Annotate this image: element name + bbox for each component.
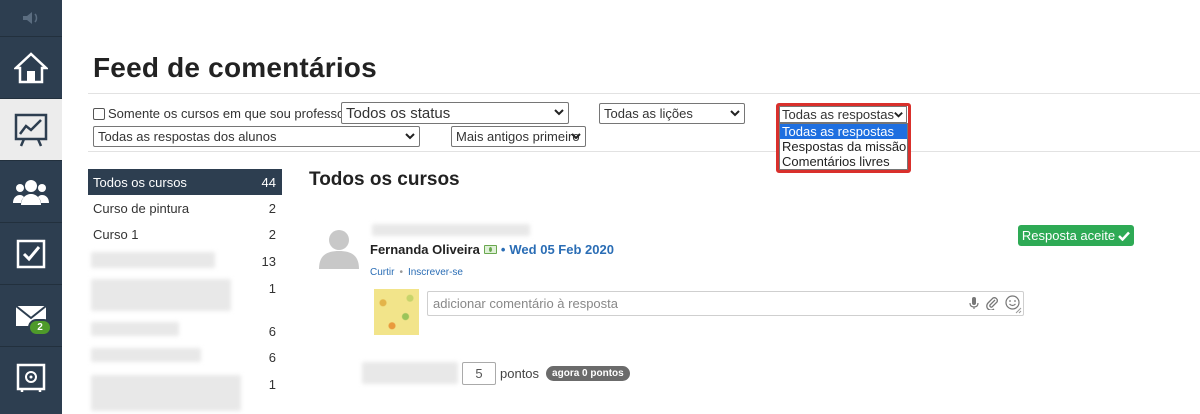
comment-placeholder: adicionar comentário à resposta — [433, 296, 618, 311]
course-count: 1 — [268, 376, 276, 392]
chevron-down-icon — [894, 112, 903, 118]
course-count: 13 — [261, 253, 276, 269]
responses-select-value: Todas as respostas — [782, 107, 895, 122]
only-my-courses-checkbox[interactable]: Somente os cursos em que sou professor — [93, 106, 349, 121]
course-count: 2 — [268, 226, 276, 242]
points-control: 5 pontos agora 0 pontos — [462, 362, 630, 385]
course-count: 44 — [261, 174, 276, 190]
post-header: Fernanda Oliveira • Wed 05 Feb 2020 — [370, 242, 614, 257]
user-thumbnail — [374, 289, 419, 335]
course-count: 1 — [268, 280, 276, 296]
points-input[interactable]: 5 — [462, 362, 496, 385]
responses-option[interactable]: Respostas da missão — [780, 139, 907, 154]
chevron-down-icon — [571, 133, 581, 140]
feed-chart-icon[interactable] — [0, 98, 62, 160]
student-responses-select[interactable]: Todas as respostas dos alunos — [93, 126, 420, 147]
course-name: Curso 1 — [93, 226, 139, 242]
divider — [88, 93, 1200, 94]
post-date[interactable]: Wed 05 Feb 2020 — [509, 242, 614, 257]
student-responses-select-value: Todas as respostas dos alunos — [98, 129, 277, 144]
mail-count-badge: 2 — [28, 319, 52, 336]
microphone-icon[interactable] — [969, 296, 979, 310]
blurred-course-name — [91, 348, 201, 362]
paperclip-icon[interactable] — [985, 296, 999, 310]
divider — [88, 151, 1200, 152]
actions-separator: • — [399, 267, 403, 278]
accepted-answer-badge[interactable]: Resposta aceite — [1018, 225, 1134, 246]
resize-handle-icon[interactable] — [1015, 307, 1022, 314]
course-item[interactable]: 1 — [88, 371, 282, 411]
lessons-select-value: Todas as lições — [604, 106, 693, 121]
comment-input[interactable]: adicionar comentário à resposta — [427, 291, 1024, 316]
course-name: Curso de pintura — [93, 200, 190, 216]
course-item[interactable]: 6 — [88, 318, 282, 344]
lessons-select[interactable]: Todas as lições — [599, 103, 745, 124]
users-group-icon[interactable] — [0, 160, 62, 222]
order-select[interactable]: Mais antigos primeiro — [451, 126, 586, 147]
chevron-down-icon — [730, 110, 740, 117]
points-status-badge: agora 0 pontos — [546, 366, 630, 381]
blurred-course-name — [91, 322, 179, 336]
course-count: 2 — [268, 200, 276, 216]
volume-icon[interactable] — [0, 0, 62, 36]
side-nav-rail: 2 — [0, 0, 62, 414]
blurred-points-label — [362, 362, 458, 384]
chevron-down-icon — [405, 133, 415, 140]
safe-vault-icon[interactable] — [0, 346, 62, 408]
responses-option[interactable]: Todas as respostas — [780, 124, 907, 139]
only-my-courses-label: Somente os cursos em que sou professor — [108, 106, 349, 121]
course-item[interactable]: 1 — [88, 275, 282, 311]
chevron-down-icon — [554, 109, 564, 116]
course-item[interactable]: 6 — [88, 344, 282, 370]
blurred-lesson-title — [372, 224, 530, 236]
section-title: Todos os cursos — [309, 169, 460, 190]
course-item-all[interactable]: Todos os cursos 44 — [88, 169, 282, 195]
course-name: Todos os cursos — [93, 174, 187, 190]
subscribe-link[interactable]: Inscrever-se — [408, 267, 463, 278]
check-icon — [1118, 231, 1131, 241]
post-actions: Curtir • Inscrever-se — [370, 267, 463, 278]
course-count: 6 — [268, 349, 276, 365]
home-icon[interactable] — [0, 36, 62, 98]
status-select-value: Todos os status — [346, 104, 451, 122]
avatar — [319, 230, 359, 269]
checkbox-box[interactable] — [93, 107, 105, 120]
checkbox-tasks-icon[interactable] — [0, 222, 62, 284]
responses-option[interactable]: Comentários livres — [780, 154, 907, 169]
mail-icon[interactable] — [0, 284, 62, 346]
course-item[interactable]: Curso de pintura 2 — [88, 195, 282, 221]
like-link[interactable]: Curtir — [370, 267, 394, 278]
blurred-course-name — [91, 375, 241, 411]
accepted-label: Resposta aceite — [1021, 228, 1116, 243]
responses-dropdown-list: Todas as respostas Respostas da missão C… — [779, 123, 908, 170]
responses-select[interactable]: Todas as respostas — [779, 106, 907, 123]
course-item[interactable]: Curso 1 2 — [88, 221, 282, 247]
points-unit-label: pontos — [500, 366, 540, 381]
post-separator: • — [500, 242, 506, 257]
author-name[interactable]: Fernanda Oliveira — [370, 242, 480, 257]
blurred-course-name — [91, 279, 231, 311]
page-title: Feed de comentários — [93, 52, 377, 83]
order-select-value: Mais antigos primeiro — [456, 129, 580, 144]
blurred-course-name — [91, 252, 215, 268]
course-item[interactable]: 13 — [88, 248, 282, 274]
course-count: 6 — [268, 323, 276, 339]
status-select[interactable]: Todos os status — [341, 102, 569, 124]
money-icon — [483, 245, 497, 254]
